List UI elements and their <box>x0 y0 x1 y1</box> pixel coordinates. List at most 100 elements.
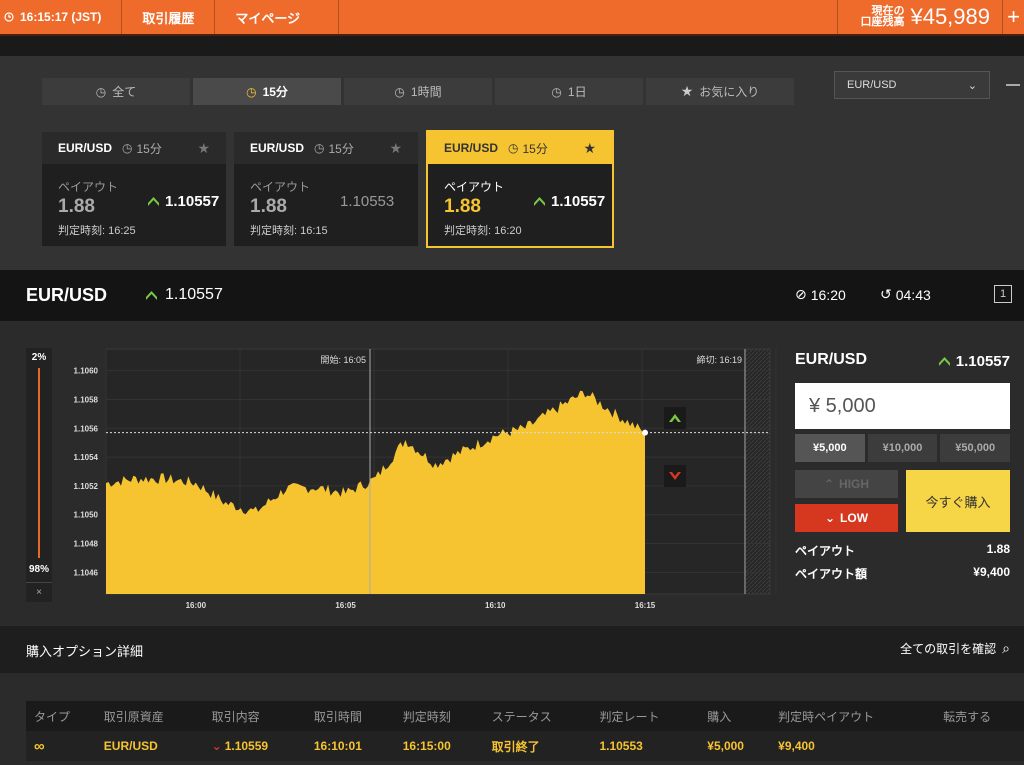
balance-area[interactable]: 現在の 口座残高 ¥45,989 + <box>837 0 1024 34</box>
clock-icon: ◷ <box>508 141 519 155</box>
option-selector: ◷ 全て ◷ 15分 ◷ 1時間 ◷ 1日 ★ お気に入り EUR/USD ⌄ EUR/U… <box>0 56 1024 270</box>
nav-trade-history-label: 取引履歴 <box>142 10 195 26</box>
deadline-time: 判定時刻: 16:25 <box>58 225 136 237</box>
top-bar: 16:15:17 (JST) 取引履歴 マイページ 現在の 口座残高 ¥45,98… <box>0 0 1024 34</box>
x-tick-label: 16:15 <box>635 601 656 610</box>
payout-value: 1.88 <box>58 196 95 217</box>
x-tick-label: 16:05 <box>335 601 356 610</box>
purchase-cell: ¥5,000 <box>699 731 771 761</box>
y-tick-label: 1.1050 <box>74 511 99 520</box>
clock-icon: ◷ <box>314 141 325 155</box>
star-icon[interactable]: ★ <box>583 140 596 157</box>
card-rate: 1.10553 <box>340 193 395 210</box>
x-tick-label: 16:00 <box>186 601 207 610</box>
option-card[interactable]: EUR/USD ◷ 15分 ★ ペイアウト 1.88 1.10557 判定時刻: 16… <box>42 132 226 246</box>
no-entry-icon: ⊘ <box>795 286 807 302</box>
nav-my-page[interactable]: マイページ <box>215 0 340 34</box>
view-all-trades-link[interactable]: 全ての取引を確認 ⌕ <box>900 640 1010 657</box>
asset-select[interactable]: EUR/USD ⌄ <box>834 71 990 99</box>
balance-value: ¥45,989 <box>910 4 990 29</box>
asset-info-bar: EUR/USD 1.10557 ⊘ 16:20 ↺ 04:43 1 <box>0 270 1024 321</box>
y-tick-label: 1.1060 <box>74 367 99 376</box>
status-cell: 取引終了 <box>483 731 592 761</box>
history-icon: ↺ <box>880 286 892 302</box>
clock-icon: ◷ <box>246 84 257 99</box>
card-rate: 1.10557 <box>148 193 219 210</box>
trade-time-cell: 16:10:01 <box>305 731 395 761</box>
clock-icon: ◷ <box>394 84 405 99</box>
one-click-icon[interactable]: 1 <box>994 285 1012 303</box>
details-title: 購入オプション詳細 <box>26 644 144 659</box>
chevron-down-icon: ⌄ <box>967 79 977 92</box>
y-tick-label: 1.1056 <box>74 424 99 433</box>
nav-my-page-label: マイページ <box>235 10 301 26</box>
payout-row: ペイアウト 1.88 <box>795 542 1010 558</box>
close-icon[interactable]: × <box>26 582 52 598</box>
card-pair: EUR/USD <box>250 141 305 155</box>
countdown-timer: ↺ 04:43 <box>880 286 931 303</box>
purchase-details: タイプ 取引原資産 取引内容 取引時間 判定時刻 ステータス 判定レート 購入 … <box>0 673 1024 765</box>
y-tick-label: 1.1048 <box>74 540 99 549</box>
tab-15min[interactable]: ◷ 15分 <box>193 78 341 105</box>
column-header: 判定時刻 <box>394 701 484 731</box>
payout-label: ペイアウト <box>444 180 505 194</box>
minimize-icon[interactable] <box>1006 84 1020 86</box>
tab-1day[interactable]: ◷ 1日 <box>495 78 643 105</box>
clock-icon <box>4 12 14 22</box>
timeframe-tabs: ◷ 全て ◷ 15分 ◷ 1時間 ◷ 1日 ★ お気に入り <box>42 78 794 105</box>
asset-select-value: EUR/USD <box>847 79 897 91</box>
column-header: 転売する <box>935 701 1024 731</box>
clock-icon: ◷ <box>551 84 562 99</box>
column-header: 判定レート <box>591 701 700 731</box>
server-clock: 16:15:17 (JST) <box>0 0 123 34</box>
sentiment-line <box>38 368 40 558</box>
star-icon[interactable]: ★ <box>389 140 402 157</box>
tab-1hour[interactable]: ◷ 1時間 <box>344 78 492 105</box>
y-tick-label: 1.1046 <box>74 568 99 577</box>
up-arrow-icon <box>534 197 545 206</box>
asset-cell: EUR/USD <box>95 731 204 761</box>
nav-trade-history[interactable]: 取引履歴 <box>122 0 216 34</box>
star-icon[interactable]: ★ <box>197 140 210 157</box>
direction-buttons: ⌃ HIGH ⌄ LOW 今すぐ購入 <box>795 470 1010 532</box>
down-arrow-icon: ⌄ <box>211 739 222 753</box>
price-chart[interactable]: 1.1060 1.1058 1.1056 1.1054 1.1052 1.1050 1.10… <box>58 348 778 618</box>
deadline-time: 判定時刻: 16:15 <box>250 225 328 237</box>
payout-amount-row: ペイアウト額 ¥9,400 <box>795 565 1010 581</box>
y-tick-label: 1.1052 <box>74 482 99 491</box>
trade-panel: 2% 98% × 1.1060 1.1058 1.1056 1.1054 1.1052 1… <box>0 321 1024 626</box>
y-tick-label: 1.1054 <box>74 453 99 462</box>
type-cell: ∞ <box>26 731 96 761</box>
resell-cell[interactable] <box>935 731 1024 761</box>
current-point <box>642 429 648 436</box>
table-row[interactable]: ∞ EUR/USD ⌄ 1.10559 16:10:01 16:15:00 取引終… <box>26 731 1024 761</box>
clock-icon: ◷ <box>122 141 133 155</box>
tab-all[interactable]: ◷ 全て <box>42 78 190 105</box>
clock-text: 16:15:17 (JST) <box>20 10 102 24</box>
end-label: 締切: 16:19 <box>696 354 742 365</box>
amount-input[interactable]: ¥ 5,000 <box>795 383 1010 429</box>
details-header: 購入オプション詳細 全ての取引を確認 ⌕ <box>0 626 1024 673</box>
up-arrow-icon <box>146 290 157 300</box>
buy-now-button[interactable]: 今すぐ購入 <box>906 470 1010 532</box>
option-card-selected[interactable]: EUR/USD ◷ 15分 ★ ペイアウト 1.88 1.10557 判定時刻: 16… <box>426 130 614 248</box>
payout-value: 1.88 <box>444 196 481 217</box>
card-rate: 1.10557 <box>534 193 605 210</box>
plus-icon[interactable]: + <box>1002 0 1024 34</box>
start-label: 開始: 16:05 <box>320 354 366 365</box>
sentiment-bar: 2% 98% × <box>26 348 52 602</box>
quick-amount-button[interactable]: ¥50,000 <box>940 434 1011 462</box>
quick-amount-button[interactable]: ¥10,000 <box>867 434 938 462</box>
price-chart-svg[interactable]: 1.1060 1.1058 1.1056 1.1054 1.1052 1.1050 1.10… <box>58 348 778 618</box>
high-button[interactable]: ⌃ HIGH <box>795 470 898 498</box>
deadline-cell: 16:15:00 <box>394 731 484 761</box>
low-button[interactable]: ⌄ LOW <box>795 504 898 532</box>
payout-value: 1.88 <box>250 196 287 217</box>
purchase-table: タイプ 取引原資産 取引内容 取引時間 判定時刻 ステータス 判定レート 購入 … <box>26 701 1024 761</box>
column-header: 判定時ペイアウト <box>770 701 936 731</box>
x-tick-label: 16:10 <box>485 601 506 610</box>
tab-favorites[interactable]: ★ お気に入り <box>646 78 794 105</box>
column-header: 取引内容 <box>203 701 306 731</box>
quick-amount-button[interactable]: ¥5,000 <box>795 434 865 462</box>
option-card[interactable]: EUR/USD ◷ 15分 ★ ペイアウト 1.88 1.10553 判定時刻: 16… <box>234 132 418 246</box>
